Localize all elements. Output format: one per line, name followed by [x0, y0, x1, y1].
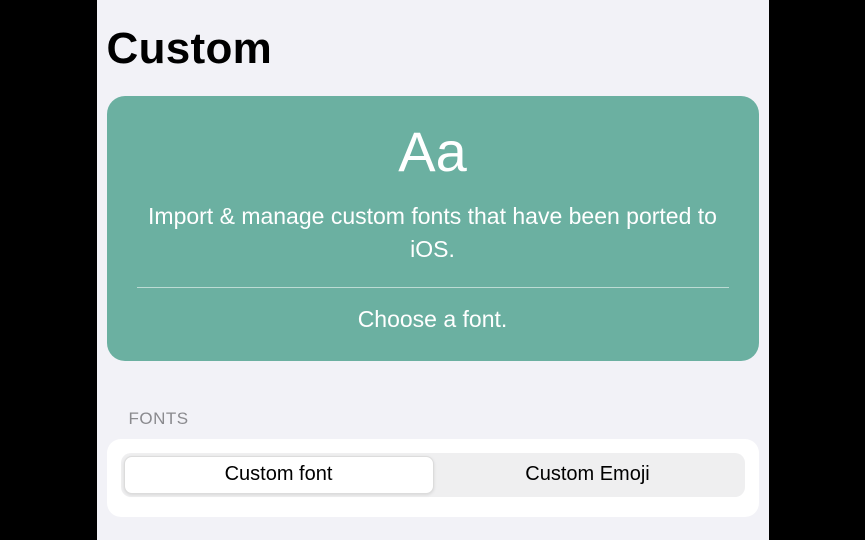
custom-fonts-page: Custom Aa Import & manage custom fonts t…: [97, 0, 769, 540]
hero-divider: [137, 287, 729, 288]
font-sample: Aa: [137, 124, 729, 180]
hero-description: Import & manage custom fonts that have b…: [137, 200, 729, 267]
hero-card: Aa Import & manage custom fonts that hav…: [107, 96, 759, 361]
font-type-segmented-control: Custom font Custom Emoji: [121, 453, 745, 497]
segment-custom-emoji[interactable]: Custom Emoji: [434, 456, 742, 494]
fonts-section-header: FONTS: [97, 409, 769, 429]
page-title: Custom: [97, 24, 769, 74]
fonts-card: Custom font Custom Emoji: [107, 439, 759, 517]
segment-custom-font[interactable]: Custom font: [124, 456, 434, 494]
hero-choose-text: Choose a font.: [137, 306, 729, 333]
